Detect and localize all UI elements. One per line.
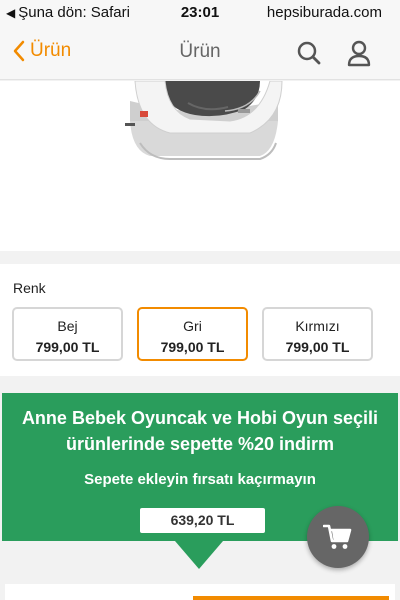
- color-option-name: Kırmızı: [295, 318, 340, 334]
- promo-price: 639,20 TL: [140, 508, 265, 533]
- bottom-card: [5, 584, 395, 600]
- account-button[interactable]: [346, 39, 372, 67]
- car-seat-image: [125, 81, 283, 160]
- promo-title: Anne Bebek Oyuncak ve Hobi Oyun seçili ü…: [21, 408, 379, 454]
- color-option-kirmizi[interactable]: Kırmızı 799,00 TL: [262, 307, 373, 361]
- user-icon: [347, 40, 371, 67]
- product-image-area[interactable]: [0, 81, 400, 251]
- color-option-price: 799,00 TL: [160, 339, 225, 355]
- search-button[interactable]: [296, 40, 322, 66]
- color-option-name: Bej: [57, 318, 78, 334]
- color-option-gri[interactable]: Gri 799,00 TL: [137, 307, 248, 361]
- bottom-card-accent: [193, 596, 389, 600]
- color-selector: Renk Bej 799,00 TL Gri 799,00 TL Kırmızı…: [0, 264, 400, 376]
- search-icon: [297, 41, 321, 65]
- status-domain: hepsiburada.com: [266, 4, 382, 21]
- promo-subtitle: Sepete ekleyin fırsatı kaçırmayın: [84, 471, 316, 488]
- color-option-name: Gri: [183, 318, 202, 334]
- promo-pointer: [175, 541, 223, 569]
- color-heading: Renk: [13, 280, 46, 296]
- nav-bar: Ürün Ürün: [0, 26, 400, 80]
- color-option-price: 799,00 TL: [285, 339, 350, 355]
- add-to-cart-button[interactable]: [307, 506, 369, 568]
- cart-icon: [323, 524, 352, 549]
- nav-back-button[interactable]: Ürün: [12, 40, 71, 62]
- color-option-price: 799,00 TL: [35, 339, 100, 355]
- status-bar: ◀ Şuna dön: Safari 23:01 hepsiburada.com: [0, 0, 400, 26]
- nav-back-label: Ürün: [30, 40, 72, 61]
- color-option-bej[interactable]: Bej 799,00 TL: [12, 307, 123, 361]
- chevron-left-icon: [13, 40, 25, 62]
